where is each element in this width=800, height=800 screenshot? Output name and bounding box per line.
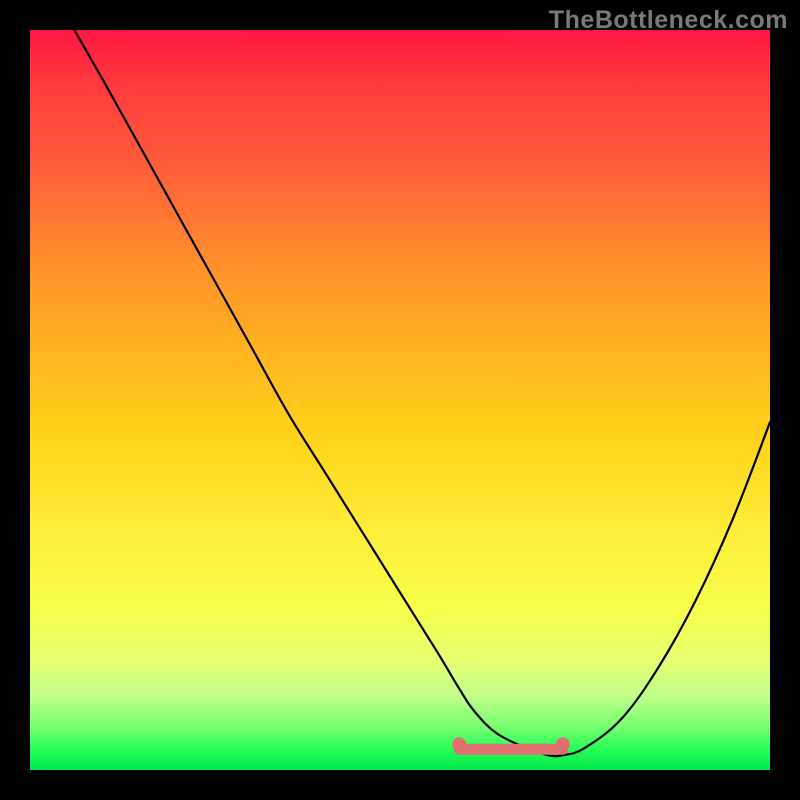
plot-area [30,30,770,770]
curve-svg [30,30,770,770]
optimal-range-dot-left [452,737,466,751]
optimal-range-dot-right [556,737,570,751]
chart-frame: TheBottleneck.com [0,0,800,800]
bottleneck-curve [74,30,770,756]
